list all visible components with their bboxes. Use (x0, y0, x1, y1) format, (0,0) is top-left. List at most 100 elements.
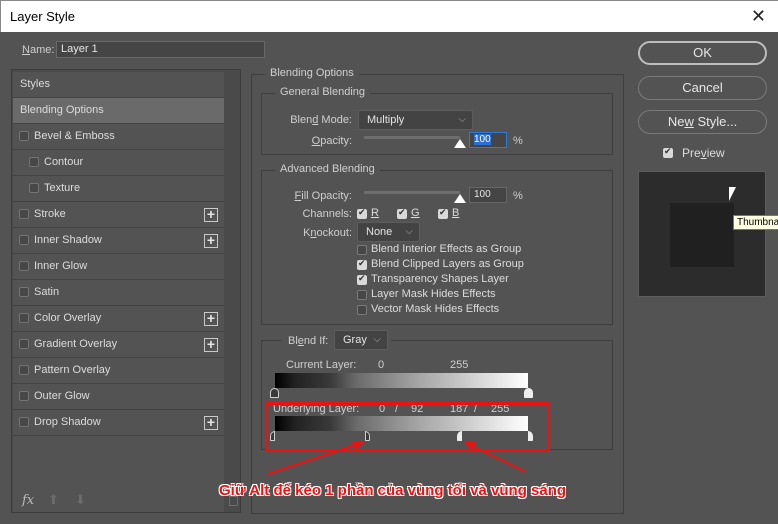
channel-b-checkbox[interactable] (438, 207, 448, 219)
blending-options-title: Blending Options (265, 67, 359, 79)
style-item-contour[interactable]: Contour (13, 150, 224, 176)
add-effect-icon[interactable]: + (204, 207, 218, 222)
style-item-texture[interactable]: Texture (13, 176, 224, 202)
layer-name-input[interactable]: Layer 1 (56, 41, 265, 58)
current-layer-low: 0 (378, 359, 385, 371)
style-checkbox[interactable] (19, 287, 29, 297)
style-checkbox[interactable] (29, 157, 39, 167)
annotation-text: Giữ Alt để kéo 1 phần của vùng tối và vù… (219, 482, 567, 499)
style-item-label: Gradient Overlay (34, 338, 118, 350)
arrow-up-icon[interactable]: ⬆ (48, 492, 59, 508)
close-icon[interactable]: ✕ (751, 6, 766, 27)
opacity-slider-track[interactable] (364, 136, 460, 139)
fx-menu-button[interactable]: fx (22, 493, 34, 508)
styles-scrollbar[interactable] (225, 72, 240, 512)
channel-r-label: R (371, 207, 379, 219)
opacity-label: Opacity: (311, 135, 352, 147)
option-checkbox[interactable] (357, 258, 367, 270)
styles-footer: fx ⬆ ⬇ (22, 492, 238, 508)
style-item-pattern-overlay[interactable]: Pattern Overlay (13, 358, 224, 384)
style-item-outer-glow[interactable]: Outer Glow (13, 384, 224, 410)
thumbnail-tooltip: Thumbnail (733, 215, 778, 230)
style-checkbox[interactable] (19, 417, 29, 427)
chevron-down-icon: ⌵ (458, 114, 466, 125)
opacity-unit: % (513, 135, 523, 147)
style-checkbox[interactable] (19, 235, 29, 245)
new-style-button[interactable]: New Style... (638, 110, 767, 134)
current-layer-label: Current Layer: (286, 359, 357, 371)
style-item-label: Inner Shadow (34, 234, 102, 246)
knockout-select[interactable]: None ⌵ (357, 222, 420, 242)
cancel-button[interactable]: Cancel (638, 76, 767, 100)
style-item-bevel-emboss[interactable]: Bevel & Emboss (13, 124, 224, 150)
style-item-gradient-overlay[interactable]: Gradient Overlay + (13, 332, 224, 358)
ok-button[interactable]: OK (638, 41, 767, 65)
opacity-slider-thumb[interactable] (454, 139, 466, 148)
arrow-down-icon[interactable]: ⬇ (75, 492, 86, 508)
current-layer-gradient (275, 373, 528, 388)
style-checkbox[interactable] (29, 183, 39, 193)
style-checkbox[interactable] (19, 365, 29, 375)
current-layer-black-marker[interactable] (270, 388, 279, 398)
annotation-highlight-box (265, 402, 550, 452)
preview-label: Preview (682, 146, 725, 160)
mouse-cursor-icon (729, 187, 736, 201)
style-checkbox[interactable] (19, 391, 29, 401)
style-item-label: Outer Glow (34, 390, 90, 402)
add-effect-icon[interactable]: + (204, 337, 218, 352)
style-item-label: Color Overlay (34, 312, 102, 324)
chevron-down-icon: ⌵ (373, 334, 381, 345)
option-checkbox[interactable] (357, 305, 367, 315)
style-checkbox[interactable] (19, 261, 29, 271)
option-checkbox[interactable] (357, 290, 367, 300)
add-effect-icon[interactable]: + (204, 415, 218, 430)
add-effect-icon[interactable]: + (204, 311, 218, 326)
current-layer-high: 255 (450, 359, 469, 371)
style-checkbox[interactable] (19, 131, 29, 141)
option-label: Blend Interior Effects as Group (371, 243, 522, 255)
style-item-label: Bevel & Emboss (34, 130, 115, 142)
option-label: Blend Clipped Layers as Group (371, 258, 524, 270)
chevron-down-icon: ⌵ (405, 226, 413, 237)
style-item-blending-options[interactable]: Blending Options (13, 98, 224, 124)
channel-b-label: B (452, 207, 460, 219)
style-item-drop-shadow[interactable]: Drop Shadow + (13, 410, 224, 436)
add-effect-icon[interactable]: + (204, 233, 218, 248)
blend-if-label: Blend If: (288, 335, 329, 347)
fill-opacity-slider-thumb[interactable] (454, 194, 466, 203)
style-item-stroke[interactable]: Stroke + (13, 202, 224, 228)
style-item-inner-shadow[interactable]: Inner Shadow + (13, 228, 224, 254)
general-blending-title: General Blending (275, 86, 371, 98)
option-label: Transparency Shapes Layer (371, 273, 509, 285)
channel-r-checkbox[interactable] (357, 207, 367, 219)
fill-opacity-unit: % (513, 190, 523, 202)
fill-opacity-label: Fill Opacity: (294, 190, 352, 202)
opacity-input[interactable]: 100 (469, 132, 507, 148)
channels-label: Channels: (302, 208, 352, 220)
style-item-label: Stroke (34, 208, 66, 220)
preview-checkbox[interactable] (663, 146, 673, 158)
blend-mode-select[interactable]: Multiply ⌵ (358, 110, 473, 130)
style-item-label: Drop Shadow (34, 416, 101, 428)
fill-opacity-slider-track[interactable] (364, 191, 460, 194)
fill-opacity-input[interactable]: 100 (469, 187, 507, 203)
knockout-label: Knockout: (303, 227, 352, 239)
style-item-label: Styles (20, 78, 50, 90)
channel-g-checkbox[interactable] (397, 207, 407, 219)
style-item-inner-glow[interactable]: Inner Glow (13, 254, 224, 280)
style-checkbox[interactable] (19, 209, 29, 219)
blend-if-select[interactable]: Gray ⌵ (334, 330, 388, 350)
style-item-satin[interactable]: Satin (13, 280, 224, 306)
style-item-label: Pattern Overlay (34, 364, 111, 376)
style-item-label: Texture (44, 182, 81, 194)
option-checkbox[interactable] (357, 273, 367, 285)
style-item-styles[interactable]: Styles (13, 72, 224, 98)
current-layer-white-marker[interactable] (524, 388, 533, 398)
option-checkbox[interactable] (357, 245, 367, 255)
style-checkbox[interactable] (19, 339, 29, 349)
preview-shape (670, 203, 734, 267)
style-item-color-overlay[interactable]: Color Overlay + (13, 306, 224, 332)
style-item-label: Satin (34, 286, 60, 298)
channel-g-label: G (411, 207, 420, 219)
style-checkbox[interactable] (19, 313, 29, 323)
